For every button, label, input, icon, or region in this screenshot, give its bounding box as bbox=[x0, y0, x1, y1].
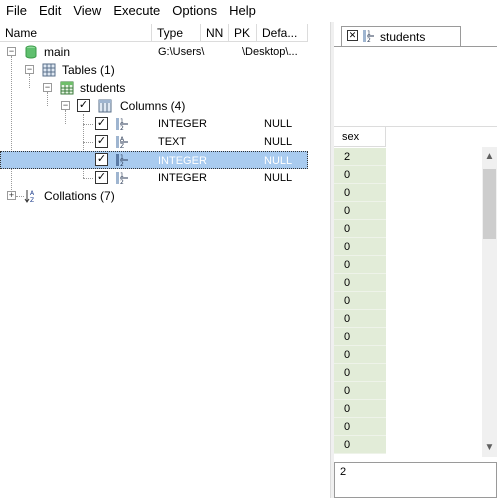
grid-cell[interactable]: 0 bbox=[334, 382, 386, 400]
svg-text:2: 2 bbox=[120, 125, 124, 131]
column-checkbox[interactable]: ✓ bbox=[95, 153, 108, 166]
menu-edit[interactable]: Edit bbox=[35, 0, 69, 22]
tree-row-collations[interactable]: + AZ Collations (7) bbox=[0, 187, 308, 205]
grid-cell[interactable]: 0 bbox=[334, 256, 386, 274]
column-type: TEXT bbox=[158, 136, 187, 148]
grid-cell[interactable]: 0 bbox=[334, 400, 386, 418]
scroll-thumb[interactable] bbox=[483, 169, 496, 239]
column-default: NULL bbox=[264, 155, 293, 167]
text-type-icon: AZ bbox=[116, 135, 130, 150]
column-default: NULL bbox=[264, 118, 293, 130]
svg-text:2: 2 bbox=[120, 179, 124, 185]
collapse-toggle[interactable]: − bbox=[43, 83, 52, 92]
number-type-icon: 12 bbox=[116, 117, 130, 132]
column-type: INTEGER bbox=[158, 118, 207, 130]
tree-label-tables: Tables (1) bbox=[62, 63, 115, 77]
menu-bar: File Edit View Execute Options Help bbox=[0, 0, 497, 22]
grid-column-header-sex[interactable]: sex bbox=[334, 127, 386, 147]
menu-execute[interactable]: Execute bbox=[109, 0, 168, 22]
columns-icon bbox=[98, 99, 112, 113]
svg-text:Z: Z bbox=[30, 197, 34, 203]
column-default: NULL bbox=[264, 172, 293, 184]
column-checkbox[interactable]: ✓ bbox=[95, 117, 108, 130]
table-icon bbox=[60, 81, 74, 95]
number-type-icon: 12 bbox=[116, 153, 130, 168]
menu-options[interactable]: Options bbox=[168, 0, 225, 22]
column-default: NULL bbox=[264, 136, 293, 148]
tree-row-main[interactable]: − main G:\Users\ \Desktop\... bbox=[0, 43, 308, 61]
grid-cell[interactable]: 0 bbox=[334, 184, 386, 202]
menu-help[interactable]: Help bbox=[225, 0, 264, 22]
column-header-name[interactable]: Name bbox=[0, 24, 152, 42]
menu-view[interactable]: View bbox=[69, 0, 109, 22]
tree-row-tables[interactable]: − Tables (1) bbox=[0, 61, 308, 79]
grid-cell[interactable]: 0 bbox=[334, 238, 386, 256]
tree-label-students: students bbox=[80, 81, 126, 95]
tab-content-area bbox=[334, 46, 497, 124]
tree-row-students[interactable]: − students bbox=[0, 79, 308, 97]
collapse-toggle[interactable]: − bbox=[7, 47, 16, 56]
columns-checkbox[interactable]: ✓ bbox=[77, 99, 90, 112]
grid-cell[interactable]: 0 bbox=[334, 436, 386, 454]
main-path-part-a: G:\Users\ bbox=[158, 46, 205, 58]
data-pane: ✕ 12 students sex 2 0 0 0 0 0 0 0 0 0 0 … bbox=[334, 22, 497, 498]
grid-cell[interactable]: 0 bbox=[334, 274, 386, 292]
column-header-default[interactable]: Defa... bbox=[257, 24, 308, 42]
expand-toggle[interactable]: + bbox=[7, 191, 16, 200]
scroll-down-icon[interactable]: ▼ bbox=[482, 440, 497, 455]
tree-row-column[interactable]: ✓ 12 INTEGER NULL bbox=[0, 169, 308, 187]
tree-label-main: main bbox=[44, 45, 71, 59]
column-header-nn[interactable]: NN bbox=[201, 24, 229, 42]
grid-cell[interactable]: 0 bbox=[334, 418, 386, 436]
table-grid-icon bbox=[42, 63, 56, 77]
grid-cell[interactable]: 2 bbox=[334, 148, 386, 166]
main-path-part-b: \Desktop\... bbox=[242, 46, 298, 58]
svg-text:2: 2 bbox=[367, 37, 371, 43]
tab-bar: ✕ 12 students bbox=[334, 22, 497, 46]
tree-label-collations: Collations (7) bbox=[44, 189, 115, 203]
collapse-toggle[interactable]: − bbox=[61, 101, 70, 110]
tree-row-column-selected[interactable]: ✓ 12 INTEGER NULL bbox=[0, 151, 308, 169]
column-header-pk[interactable]: PK bbox=[229, 24, 257, 42]
column-checkbox[interactable]: ✓ bbox=[95, 171, 108, 184]
scroll-up-icon[interactable]: ▲ bbox=[482, 149, 497, 164]
tree-header: Name Type NN PK Defa... bbox=[0, 24, 308, 42]
grid-cell[interactable]: 0 bbox=[334, 346, 386, 364]
column-header-type[interactable]: Type bbox=[152, 24, 201, 42]
tab-students[interactable]: ✕ 12 students bbox=[341, 26, 461, 46]
tab-label: students bbox=[380, 30, 426, 44]
grid-cell[interactable]: 0 bbox=[334, 292, 386, 310]
database-icon bbox=[25, 45, 39, 59]
tree-row-columns[interactable]: − ✓ Columns (4) bbox=[0, 97, 308, 115]
data-grid[interactable]: sex 2 0 0 0 0 0 0 0 0 0 0 0 0 0 0 0 0 bbox=[334, 126, 497, 460]
svg-text:A: A bbox=[30, 190, 35, 197]
grid-cell[interactable]: 0 bbox=[334, 310, 386, 328]
column-checkbox[interactable]: ✓ bbox=[95, 135, 108, 148]
value-edit-box[interactable]: 2 bbox=[334, 462, 497, 498]
tree-label-columns: Columns (4) bbox=[120, 99, 186, 113]
collapse-toggle[interactable]: − bbox=[25, 65, 34, 74]
sort-az-icon: AZ bbox=[24, 189, 38, 204]
tree-row-column[interactable]: ✓ AZ TEXT NULL bbox=[0, 133, 308, 151]
column-type: INTEGER bbox=[158, 155, 207, 167]
grid-cell[interactable]: 0 bbox=[334, 328, 386, 346]
menu-file[interactable]: File bbox=[2, 0, 35, 22]
svg-text:Z: Z bbox=[120, 143, 124, 149]
close-icon[interactable]: ✕ bbox=[347, 30, 358, 41]
number-type-icon: 12 bbox=[116, 171, 130, 186]
tree-row-column[interactable]: ✓ 12 INTEGER NULL bbox=[0, 115, 308, 133]
grid-cell[interactable]: 0 bbox=[334, 364, 386, 382]
vertical-scrollbar[interactable]: ▲ ▼ bbox=[482, 147, 497, 457]
schema-tree[interactable]: Name Type NN PK Defa... − main G:\Users\… bbox=[0, 24, 308, 498]
grid-cell[interactable]: 0 bbox=[334, 166, 386, 184]
column-type: INTEGER bbox=[158, 172, 207, 184]
grid-cell[interactable]: 0 bbox=[334, 202, 386, 220]
svg-text:2: 2 bbox=[120, 161, 124, 167]
grid-cell[interactable]: 0 bbox=[334, 220, 386, 238]
